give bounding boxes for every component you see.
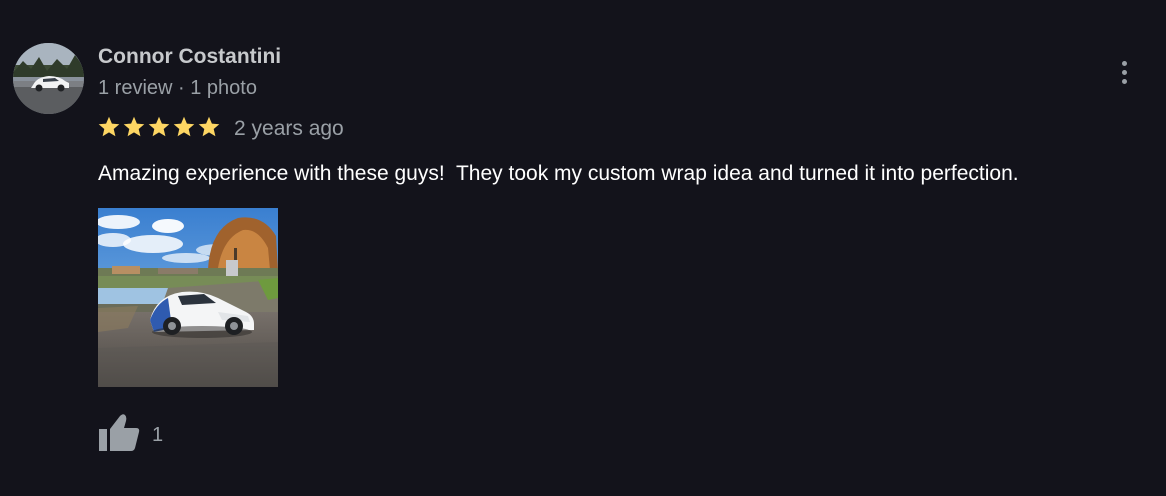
thumb-up-icon — [99, 414, 140, 451]
review-card: Connor Costantini 1 review · 1 photo 2 y… — [0, 0, 1166, 496]
review-date: 2 years ago — [234, 117, 344, 140]
more-vert-icon — [1122, 61, 1127, 66]
star-icon — [148, 116, 170, 137]
review-photo[interactable] — [98, 208, 278, 387]
more-options-button[interactable] — [1112, 56, 1138, 90]
star-rating — [97, 115, 221, 141]
author-avatar[interactable] — [13, 43, 84, 114]
author-review-count: 1 review · 1 photo — [98, 77, 257, 99]
review-text: Amazing experience with these guys! They… — [98, 162, 1019, 185]
star-icon — [98, 116, 120, 137]
star-icon — [123, 116, 145, 137]
like-button[interactable] — [98, 412, 140, 452]
star-icon — [198, 116, 220, 137]
like-count: 1 — [152, 424, 164, 446]
star-icon — [173, 116, 195, 137]
author-name[interactable]: Connor Costantini — [98, 44, 281, 70]
